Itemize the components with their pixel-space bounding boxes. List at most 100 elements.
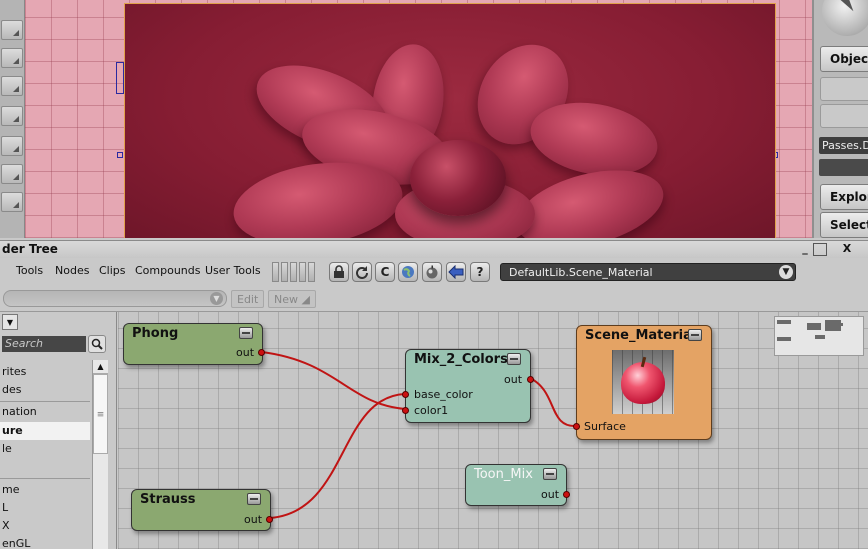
passes-field[interactable]: Passes.De bbox=[819, 137, 868, 154]
toolbar-grip[interactable] bbox=[272, 262, 279, 282]
explorer-item[interactable]: des bbox=[0, 381, 90, 399]
viewport-3d[interactable] bbox=[0, 0, 812, 238]
explorer-divider bbox=[0, 478, 90, 479]
output-port[interactable] bbox=[527, 376, 534, 383]
strauss-node[interactable]: Strauss out bbox=[131, 489, 273, 531]
c-icon[interactable]: C bbox=[375, 262, 395, 282]
collapse-icon[interactable] bbox=[543, 468, 557, 480]
back-arrow-icon[interactable] bbox=[446, 262, 466, 282]
port-label-out: out bbox=[504, 373, 523, 386]
explorer-item-selected[interactable]: ure bbox=[0, 422, 90, 440]
canvas-minimap[interactable] bbox=[774, 316, 864, 356]
maximize-button[interactable] bbox=[813, 243, 827, 256]
wire-strauss-to-base-color[interactable] bbox=[269, 393, 406, 519]
refresh-icon[interactable] bbox=[352, 262, 372, 282]
close-button[interactable]: X bbox=[838, 242, 856, 257]
toolbar-grip[interactable] bbox=[281, 262, 288, 282]
help-icon[interactable]: ? bbox=[470, 262, 490, 282]
menu-nodes[interactable]: Nodes bbox=[55, 264, 89, 277]
search-icon[interactable] bbox=[88, 335, 106, 353]
render-tree-titlebar[interactable]: der Tree _ X bbox=[0, 240, 868, 258]
panel-blank-button[interactable] bbox=[820, 104, 868, 128]
strip-button[interactable] bbox=[1, 20, 23, 40]
selection-button[interactable]: Selection bbox=[820, 212, 868, 238]
flower-center bbox=[410, 140, 506, 216]
strip-button[interactable] bbox=[1, 76, 23, 96]
material-selector-value: DefaultLib.Scene_Material bbox=[509, 266, 653, 279]
wire-mix-to-surface[interactable] bbox=[529, 377, 578, 428]
node-title: Scene_Material bbox=[585, 328, 697, 343]
node-title: Toon_Mix bbox=[474, 467, 533, 482]
library-field[interactable]: ▼ bbox=[3, 290, 227, 307]
scroll-up-icon[interactable]: ▲ bbox=[93, 360, 108, 374]
explorer-item[interactable]: L bbox=[0, 499, 90, 517]
chevron-down-icon[interactable]: ▼ bbox=[779, 265, 793, 279]
toolbar-grip[interactable] bbox=[308, 262, 315, 282]
object-button[interactable]: Object bbox=[820, 46, 868, 72]
output-port[interactable] bbox=[258, 349, 265, 356]
minimap-block bbox=[777, 337, 791, 341]
region-side-handle[interactable] bbox=[116, 62, 124, 94]
port-label-surface: Surface bbox=[584, 420, 626, 433]
mix-2-colors-node[interactable]: Mix_2_Colors out base_color color1 bbox=[402, 349, 534, 423]
explorer-item[interactable]: le bbox=[0, 440, 90, 458]
strip-button[interactable] bbox=[1, 192, 23, 212]
toolbar-grip[interactable] bbox=[290, 262, 297, 282]
render-tree-canvas[interactable]: Phong out Strauss out Mix_2_Colors out b… bbox=[118, 312, 868, 549]
strip-button[interactable] bbox=[1, 164, 23, 184]
menu-tools[interactable]: Tools bbox=[16, 264, 43, 277]
right-tool-panel: Object Passes.De Explore Selection bbox=[812, 0, 868, 238]
toolbar-grip[interactable] bbox=[299, 262, 306, 282]
strip-button[interactable] bbox=[1, 48, 23, 68]
collapse-icon[interactable] bbox=[507, 353, 521, 365]
chevron-down-icon[interactable]: ▼ bbox=[2, 314, 18, 330]
input-port-color1[interactable] bbox=[402, 407, 409, 414]
phong-node[interactable]: Phong out bbox=[123, 323, 265, 365]
render-region-preview[interactable] bbox=[124, 3, 776, 238]
new-button[interactable]: New ◢ bbox=[268, 290, 316, 308]
chevron-down-icon[interactable]: ▼ bbox=[210, 292, 223, 305]
scroll-thumb[interactable]: ≡ bbox=[93, 374, 108, 454]
render-preview-icon[interactable] bbox=[422, 262, 442, 282]
menu-compounds[interactable]: Compounds bbox=[135, 264, 201, 277]
explorer-button[interactable]: Explore bbox=[820, 184, 868, 210]
lock-icon[interactable] bbox=[329, 262, 349, 282]
output-port[interactable] bbox=[266, 516, 273, 523]
minimap-block bbox=[841, 323, 843, 326]
toon-mix-node[interactable]: Toon_Mix out bbox=[465, 464, 570, 506]
collapse-icon[interactable] bbox=[688, 329, 702, 341]
material-preview-image bbox=[612, 350, 674, 414]
preset-explorer: ▼ Search rites des nation ure le me L X … bbox=[0, 312, 117, 549]
strip-button[interactable] bbox=[1, 136, 23, 156]
menu-clips[interactable]: Clips bbox=[99, 264, 126, 277]
strip-button[interactable] bbox=[1, 106, 23, 126]
minimap-block bbox=[825, 320, 841, 331]
minimap-block bbox=[777, 320, 791, 324]
collapse-icon[interactable] bbox=[247, 493, 261, 505]
render-tree-menubar: Tools Nodes Clips Compounds User Tools C… bbox=[0, 258, 868, 286]
explorer-item[interactable]: me bbox=[0, 481, 90, 499]
collapse-icon[interactable] bbox=[239, 327, 253, 339]
select-arrow-icon[interactable] bbox=[822, 0, 868, 36]
minimize-button[interactable]: _ bbox=[796, 242, 814, 257]
explorer-scrollbar[interactable]: ▲ ≡ bbox=[92, 360, 108, 549]
explorer-item[interactable]: X bbox=[0, 517, 90, 535]
material-selector[interactable]: DefaultLib.Scene_Material ▼ bbox=[500, 263, 796, 281]
panel-dark-field[interactable] bbox=[819, 159, 868, 176]
port-label-base-color: base_color bbox=[414, 388, 473, 401]
output-port[interactable] bbox=[563, 491, 570, 498]
panel-blank-button[interactable] bbox=[820, 77, 868, 101]
edit-button[interactable]: Edit bbox=[231, 290, 265, 308]
region-handle[interactable] bbox=[117, 152, 123, 158]
menu-user-tools[interactable]: User Tools bbox=[205, 264, 261, 277]
input-port-surface[interactable] bbox=[573, 423, 580, 430]
input-port-base-color[interactable] bbox=[402, 391, 409, 398]
softimage-window: Object Passes.De Explore Selection der T… bbox=[0, 0, 868, 549]
scene-material-node[interactable]: Scene_Material Surface bbox=[573, 325, 712, 440]
explorer-item[interactable]: enGL bbox=[0, 535, 90, 549]
explorer-item[interactable]: nation bbox=[0, 403, 90, 421]
search-input[interactable]: Search bbox=[2, 336, 86, 352]
globe-icon[interactable] bbox=[398, 262, 418, 282]
explorer-item[interactable]: rites bbox=[0, 363, 90, 381]
viewport-tool-strip bbox=[0, 0, 25, 238]
